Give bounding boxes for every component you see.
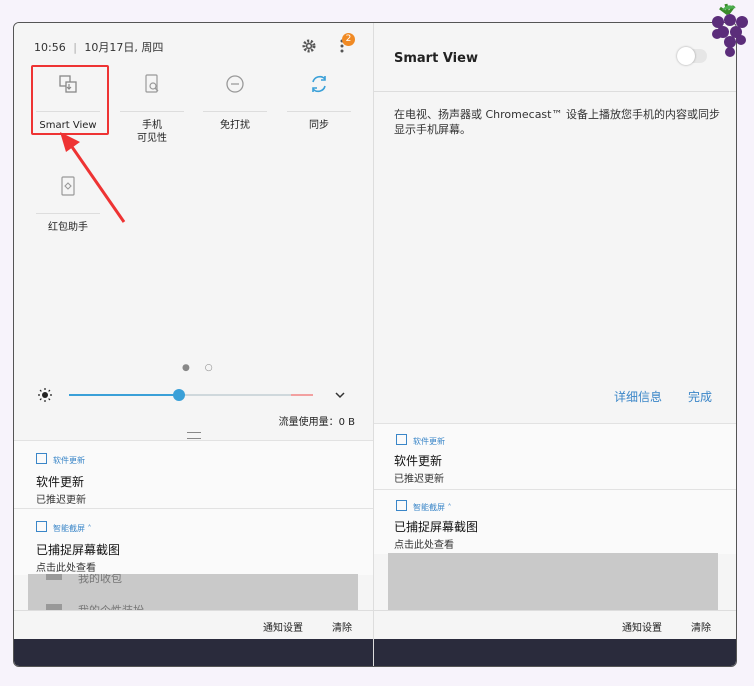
notification-app-name: 软件更新 [36,453,85,466]
tile-label-line1: 手机 [142,120,162,131]
screenshot-preview[interactable]: 我的收包 我的个性装扮 [28,574,358,612]
notification-title: 软件更新 [36,475,85,489]
page-indicator: ● ○ [182,363,219,373]
notification-screenshot[interactable]: 智能截屏 ˄ 已捕捉屏幕截图 点击此处查看 [14,508,373,575]
status-time-date: 10:56 | 10月17日, 周四 [34,41,164,54]
brightness-slider-fill [69,394,179,396]
notification-bottom-bar: 通知设置 清除 [374,610,736,639]
gear-icon[interactable] [301,38,317,54]
notification-subtitle: 点击此处查看 [36,563,96,574]
tile-label: 免打扰 [220,120,250,131]
smart-view-toggle[interactable] [677,47,707,65]
clock-text: 10:56 [34,41,66,54]
tile-sync[interactable]: 同步 [287,73,351,132]
details-button[interactable]: 详细信息 [614,388,662,405]
brightness-slider-thumb[interactable] [173,389,185,401]
tile-do-not-disturb[interactable]: 免打扰 [203,73,267,132]
image-icon [396,500,407,511]
brightness-slider-tail [291,394,313,396]
notification-software-update[interactable]: 软件更新 软件更新 已推迟更新 [14,440,373,509]
brightness-icon [38,388,52,402]
annotation-highlight-box [31,65,109,135]
notification-panel: 10:56 | 10月17日, 周四 2 Smart View 手机 可见性 免… [14,23,373,666]
notification-subtitle: 已推迟更新 [394,474,444,485]
tile-label: 同步 [309,120,329,131]
tile-label: 手机 可见性 [120,119,184,145]
notification-bottom-bar: 通知设置 清除 [14,610,373,639]
smart-view-description: 在电视、扬声器或 Chromecast™ 设备上播放您手机的内容或同步显示手机屏… [394,108,720,136]
update-icon [36,453,47,464]
notification-app-name: 智能截屏 ˄ [396,500,452,513]
notification-screenshot[interactable]: 智能截屏 ˄ 已捕捉屏幕截图 点击此处查看 [374,489,736,554]
notification-badge: 2 [342,33,355,46]
notification-settings-button[interactable]: 通知设置 [263,619,303,634]
annotation-arrow-icon [60,132,126,223]
notification-title: 已捕捉屏幕截图 [394,520,479,534]
image-icon [36,521,47,532]
clear-button[interactable]: 清除 [691,619,711,634]
sync-icon [312,75,326,93]
notification-software-update[interactable]: 软件更新 软件更新 已推迟更新 [374,423,736,490]
screenshot-preview[interactable] [388,553,718,611]
divider [374,91,736,92]
notification-subtitle: 已推迟更新 [36,495,86,506]
notification-title: 已捕捉屏幕截图 [36,543,121,557]
smart-view-panel: Smart View 在电视、扬声器或 Chromecast™ 设备上播放您手机… [374,23,736,666]
done-button[interactable]: 完成 [688,388,712,405]
grape-logo-icon [712,3,748,57]
tile-label-line2: 可见性 [137,133,167,144]
notification-settings-button[interactable]: 通知设置 [622,619,662,634]
nav-bar-strip [374,639,736,666]
list-item: 我的收包 [78,574,122,585]
notification-subtitle: 点击此处查看 [394,540,454,551]
nav-bar-strip [14,639,373,666]
chevron-down-icon[interactable] [334,389,346,401]
notification-app-name: 智能截屏 ˄ [36,521,92,534]
date-text: 10月17日, 周四 [84,41,164,54]
clear-button[interactable]: 清除 [332,619,352,634]
smart-view-title: Smart View [394,51,478,66]
tile-phone-visibility[interactable]: 手机 可见性 [120,73,184,145]
phone-visibility-icon [145,74,159,93]
data-usage-text: 流量使用量：0 B [278,417,355,428]
screenshot-frame: 10:56 | 10月17日, 周四 2 Smart View 手机 可见性 免… [13,22,737,667]
do-not-disturb-icon [226,75,244,93]
update-icon [396,434,407,445]
drag-handle[interactable] [187,432,201,439]
notification-title: 软件更新 [394,454,443,468]
notification-app-name: 软件更新 [396,434,445,447]
